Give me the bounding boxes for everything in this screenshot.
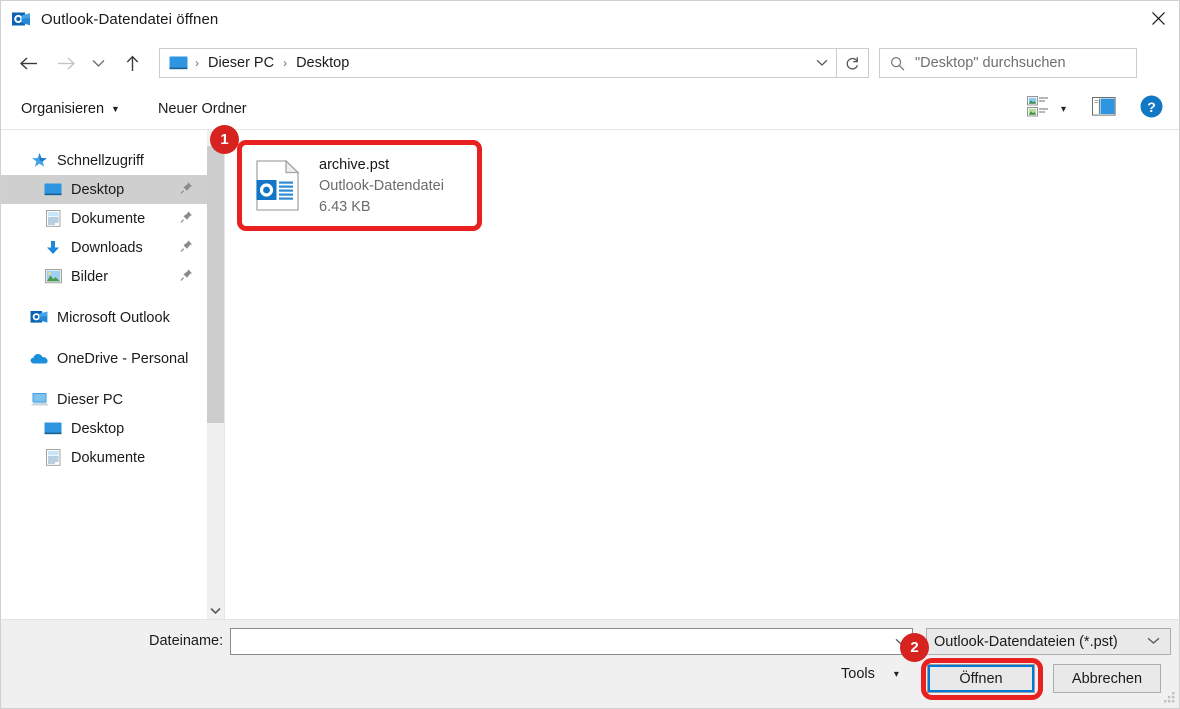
cancel-button[interactable]: Abbrechen (1053, 664, 1161, 693)
file-type-value: Outlook-Datendateien (*.pst) (934, 633, 1118, 650)
pin-icon[interactable] (180, 210, 193, 227)
sidebar-item-label: Desktop (71, 420, 125, 437)
organize-label: Organisieren (21, 101, 105, 117)
sidebar-item-label: OneDrive - Personal (57, 350, 189, 367)
tools-chevron-down-icon: ▾ (893, 668, 899, 680)
documents-icon (43, 210, 63, 228)
organize-button[interactable]: Organisieren ▼ (15, 95, 126, 123)
title-bar: Outlook-Datendatei öffnen (1, 1, 1179, 37)
sidebar-item-label: Dokumente (71, 449, 146, 466)
tools-label: Tools (841, 666, 875, 682)
pin-icon[interactable] (180, 181, 193, 198)
sidebar-item-desktop-pc[interactable]: Desktop (1, 414, 207, 443)
desktop-monitor-icon (43, 420, 63, 438)
forward-button[interactable] (51, 48, 81, 78)
file-type-chevron-down-icon (1147, 636, 1160, 648)
up-button[interactable] (117, 48, 147, 78)
filename-label: Dateiname: (149, 633, 224, 649)
filename-field[interactable] (230, 628, 913, 655)
annotation-badge-2: 2 (900, 633, 929, 662)
command-bar: Organisieren ▼ Neuer Ordner ▾ ? (1, 89, 1179, 130)
breadcrumb-desktop[interactable]: Desktop (294, 55, 351, 71)
preview-pane-button[interactable] (1092, 97, 1116, 121)
quick-access-star-icon (29, 152, 49, 170)
sidebar-item-label: Desktop (71, 181, 125, 198)
sidebar-item-label: Microsoft Outlook (57, 309, 170, 326)
open-button[interactable]: Öffnen (927, 664, 1035, 693)
breadcrumb-separator: › (195, 56, 199, 70)
file-type-combobox[interactable]: Outlook-Datendateien (*.pst) (926, 628, 1171, 655)
address-dropdown-chevron-down-icon[interactable] (808, 49, 836, 77)
downloads-arrow-icon (43, 239, 63, 257)
search-box[interactable]: "Desktop" durchsuchen (879, 48, 1137, 78)
sidebar-item-dieser-pc[interactable]: Dieser PC (1, 385, 207, 414)
onedrive-cloud-icon (29, 350, 49, 368)
sidebar-item-label: Dieser PC (57, 391, 124, 408)
sidebar-item-desktop-quick[interactable]: Desktop (1, 175, 207, 204)
sidebar-item-label: Schnellzugriff (57, 152, 144, 169)
pictures-icon (43, 268, 63, 286)
file-list-pane[interactable]: archive.pst Outlook-Datendatei 6.43 KB (225, 130, 1179, 619)
open-file-dialog: Outlook-Datendatei öffnen › Dieser PC › … (0, 0, 1180, 709)
documents-icon (43, 449, 63, 467)
command-bar-right-group: ▾ ? (1027, 95, 1179, 123)
sidebar-item-onedrive-personal[interactable]: OneDrive - Personal (1, 344, 207, 373)
address-bar[interactable]: › Dieser PC › Desktop (159, 48, 837, 78)
file-type: Outlook-Datendatei (319, 178, 444, 194)
navigation-bar: › Dieser PC › Desktop "Desktop" durchsuc… (1, 37, 1179, 89)
sidebar-item-microsoft-outlook[interactable]: Microsoft Outlook (1, 303, 207, 332)
file-name: archive.pst (319, 157, 390, 173)
file-size: 6.43 KB (319, 199, 371, 215)
back-button[interactable] (13, 48, 43, 78)
chevron-down-icon: ▼ (111, 104, 120, 114)
sidebar-item-label: Dokumente (71, 210, 146, 227)
recent-locations-button[interactable] (87, 48, 109, 78)
sidebar-item-dokumente-quick[interactable]: Dokumente (1, 204, 207, 233)
annotation-badge-1: 1 (210, 125, 239, 154)
search-input[interactable]: "Desktop" durchsuchen (915, 55, 1066, 71)
search-icon (890, 56, 905, 71)
pst-file-icon (255, 159, 301, 212)
close-button[interactable] (1135, 1, 1179, 35)
view-layout-icon (1027, 96, 1049, 122)
filename-input[interactable] (235, 629, 890, 654)
new-folder-button[interactable]: Neuer Ordner (152, 95, 253, 123)
outlook-icon (11, 9, 31, 29)
new-folder-label: Neuer Ordner (157, 101, 247, 117)
pin-icon[interactable] (180, 268, 193, 285)
help-button[interactable]: ? (1140, 95, 1163, 123)
resize-grip-icon[interactable] (1163, 692, 1176, 705)
sidebar-item-label: Bilder (71, 268, 109, 285)
this-pc-icon (29, 391, 49, 409)
refresh-button[interactable] (837, 48, 869, 78)
help-icon: ? (1140, 95, 1163, 123)
sidebar-item-label: Downloads (71, 239, 143, 256)
svg-text:?: ? (1147, 99, 1156, 115)
window-title: Outlook-Datendatei öffnen (41, 10, 219, 28)
preview-pane-icon (1092, 97, 1116, 121)
desktop-monitor-icon (43, 181, 63, 199)
navigation-pane: Schnellzugriff Desktop Dokumente Downloa… (1, 130, 207, 619)
file-item-archive-pst[interactable]: archive.pst Outlook-Datendatei 6.43 KB (247, 148, 467, 224)
sidebar-item-dokumente-pc[interactable]: Dokumente (1, 443, 207, 472)
sidebar-item-schnellzugriff[interactable]: Schnellzugriff (1, 146, 207, 175)
change-view-button[interactable]: ▾ (1027, 96, 1066, 122)
tools-button[interactable]: Tools ▾ (841, 666, 899, 682)
scrollbar-down-chevron-down-icon[interactable] (207, 602, 224, 619)
sidebar-item-downloads[interactable]: Downloads (1, 233, 207, 262)
breadcrumb-separator: › (283, 56, 288, 70)
pin-icon[interactable] (180, 239, 193, 256)
monitor-icon (169, 56, 188, 71)
breadcrumb-dieser-pc[interactable]: Dieser PC (206, 55, 276, 71)
view-chevron-down-icon: ▾ (1060, 103, 1066, 115)
sidebar-item-bilder[interactable]: Bilder (1, 262, 207, 291)
outlook-icon (29, 309, 49, 327)
scrollbar-thumb[interactable] (207, 146, 224, 423)
file-metadata: archive.pst Outlook-Datendatei 6.43 KB (319, 157, 444, 215)
navigation-pane-scrollbar[interactable] (207, 130, 225, 619)
